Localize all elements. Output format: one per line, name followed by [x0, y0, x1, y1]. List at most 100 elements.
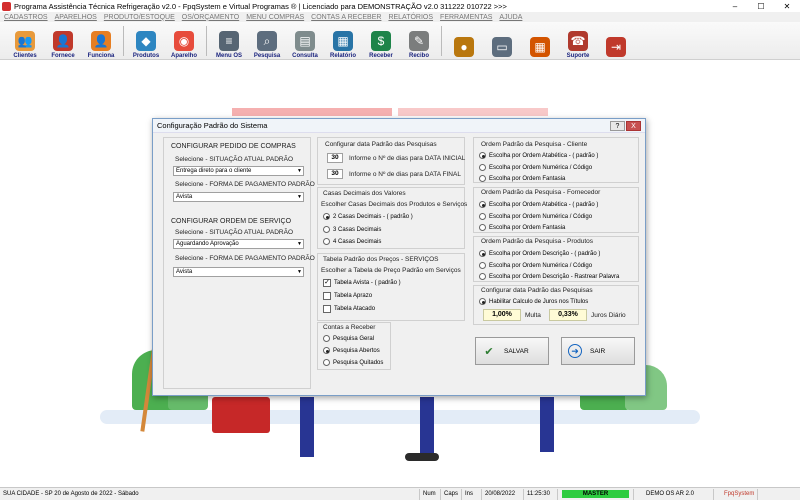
produtos-option-label: Escolha por Ordem Descrição - ( padrão )	[489, 250, 601, 257]
menu-produto-estoque[interactable]: PRODUTO/ESTOQUE	[104, 14, 175, 21]
menu-ferramentas[interactable]: FERRAMENTAS	[440, 14, 492, 21]
decimais-option-2[interactable]: 2 Casas Decimais - ( padrão )	[323, 213, 413, 220]
minimize-icon[interactable]: –	[722, 0, 748, 12]
menu-aparelhos[interactable]: APARELHOS	[55, 14, 97, 21]
radio-button[interactable]	[479, 262, 486, 269]
toolbar-button-9[interactable]: $ Receber	[362, 23, 400, 59]
toolbar-button-5[interactable]: ≡ Menu OS	[210, 23, 248, 59]
radio-button[interactable]	[479, 152, 486, 159]
radio-button[interactable]	[323, 213, 330, 220]
banner-decoration	[398, 108, 548, 116]
radio-button[interactable]	[323, 347, 330, 354]
exit-button[interactable]: ➜ SAIR	[561, 337, 635, 365]
compras-situacao-select[interactable]: Entrega direto para o cliente ▼	[173, 166, 304, 176]
compras-pagamento-select[interactable]: Avista ▼	[173, 192, 304, 202]
radio-button[interactable]	[479, 164, 486, 171]
precos-option-avista[interactable]: ✓ Tabela Avista - ( padrão )	[323, 279, 401, 287]
receipt-icon: ✎	[409, 31, 429, 51]
chevron-down-icon: ▼	[297, 168, 302, 174]
toolbar-button-6[interactable]: ⌕ Pesquisa	[248, 23, 286, 59]
toolbar-button-3[interactable]: ◆ Produtos	[127, 23, 165, 59]
radio-button[interactable]	[479, 224, 486, 231]
toolbar: 👥 Clientes 👤 Fornece 👤 Funciona ◆ Produtos ◉ Apar…	[0, 22, 800, 60]
precos-option-atacado[interactable]: Tabela Atacado	[323, 305, 375, 313]
cliente-option-alfabetica[interactable]: Escolha por Ordem Atabética - ( padrão )	[479, 152, 598, 159]
status-num: Num	[420, 488, 441, 500]
checkbox[interactable]: ✓	[323, 279, 331, 287]
contas-option-geral[interactable]: Pesquisa Geral	[323, 335, 374, 342]
support-icon: ☎	[568, 31, 588, 51]
radio-button[interactable]	[479, 175, 486, 182]
radio-button[interactable]	[479, 273, 486, 280]
cliente-option-label: Escolha por Ordem Fantasia	[489, 175, 566, 182]
legs-decoration	[540, 397, 554, 452]
contas-option-label: Pesquisa Geral	[333, 335, 375, 342]
radio-button[interactable]	[479, 250, 486, 257]
toolbar-button-4[interactable]: ◉ Aparelho	[165, 23, 203, 59]
produtos-option-numerica[interactable]: Escolha por Ordem Numérica / Código	[479, 262, 592, 269]
menu-relatorios[interactable]: RELATÓRIOS	[388, 14, 433, 21]
menu-os-orcamento[interactable]: OS/ORÇAMENTO	[182, 14, 239, 21]
fornecedor-option-numerica[interactable]: Escolha por Ordem Numérica / Código	[479, 213, 592, 220]
toolbar-button-0[interactable]: 👥 Clientes	[6, 23, 44, 59]
toolbar-button-10[interactable]: ✎ Recibo	[400, 23, 438, 59]
toolbar-button-label: Fornece	[51, 53, 75, 59]
menu-cadastros[interactable]: CADASTROS	[4, 14, 48, 21]
toolbar-button-13[interactable]: ▦	[521, 23, 559, 59]
fornecedor-option-fantasia[interactable]: Escolha por Ordem Fantasia	[479, 224, 565, 231]
cliente-option-numerica[interactable]: Escolha por Ordem Numérica / Código	[479, 164, 592, 171]
toolbar-button-8[interactable]: ▦ Relatório	[324, 23, 362, 59]
help-icon[interactable]: ?	[610, 121, 625, 131]
radio-button[interactable]	[323, 238, 330, 245]
radio-button[interactable]	[323, 359, 330, 366]
dias-inicial-input[interactable]: 30	[327, 153, 343, 163]
save-button[interactable]: ✔ SALVAR	[475, 337, 549, 365]
toolbox-decoration	[212, 397, 270, 433]
multa-input[interactable]: 1,00%	[483, 309, 521, 321]
os-situacao-select[interactable]: Aguardando Aprovação ▼	[173, 239, 304, 249]
decimais-option-3[interactable]: 3 Casas Decimais	[323, 226, 381, 233]
radio-button[interactable]	[323, 226, 330, 233]
toolbar-button-12[interactable]: ▭	[483, 23, 521, 59]
checkbox[interactable]	[323, 305, 331, 313]
contas-option-quitados[interactable]: Pesquisa Quitados	[323, 359, 383, 366]
maximize-icon[interactable]: ☐	[748, 0, 774, 12]
menu-compras[interactable]: MENU COMPRAS	[246, 14, 304, 21]
money-icon: $	[371, 31, 391, 51]
contas-option-abertos[interactable]: Pesquisa Abertos	[323, 347, 380, 354]
close-icon[interactable]: ✕	[774, 0, 800, 12]
fornecedor-option-alfabetica[interactable]: Escolha por Ordem Atabética - ( padrão )	[479, 201, 598, 208]
menu-ajuda[interactable]: AJUDA	[499, 14, 522, 21]
radio-button[interactable]	[479, 213, 486, 220]
toolbar-separator	[441, 26, 442, 56]
produtos-option-rastrear[interactable]: Escolha por Ordem Descrição - Rastrear P…	[479, 273, 619, 280]
report-icon: ▦	[333, 31, 353, 51]
decimais-option-4[interactable]: 4 Casas Decimais	[323, 238, 381, 245]
status-demo: DEMO OS AR 2.0	[634, 488, 714, 500]
cliente-option-fantasia[interactable]: Escolha por Ordem Fantasia	[479, 175, 565, 182]
menu-contas-receber[interactable]: CONTAS A RECEBER	[311, 14, 381, 21]
produtos-option-descricao[interactable]: Escolha por Ordem Descrição - ( padrão )	[479, 250, 600, 257]
precos-option-label: Tabela Atacado	[334, 306, 376, 312]
os-situacao-value: Aguardando Aprovação	[176, 241, 239, 247]
dias-inicial-label: Informe o Nº de dias para DATA INICIAL	[349, 155, 466, 162]
juros-enable-option[interactable]: Habilitar Calculo de Juros nos Títulos	[479, 298, 588, 305]
toolbar-button-15[interactable]: ⇥	[597, 23, 635, 59]
toolbar-button-14[interactable]: ☎ Suporte	[559, 23, 597, 59]
toolbar-button-2[interactable]: 👤 Funciona	[82, 23, 120, 59]
toolbar-button-7[interactable]: ▤ Consulta	[286, 23, 324, 59]
radio-button[interactable]	[323, 335, 330, 342]
juros-input[interactable]: 0,33%	[549, 309, 587, 321]
close-icon[interactable]: X	[626, 121, 641, 131]
dias-final-input[interactable]: 30	[327, 169, 343, 179]
produtos-option-label: Escolha por Ordem Numérica / Código	[489, 262, 593, 269]
toolbar-button-1[interactable]: 👤 Fornece	[44, 23, 82, 59]
precos-option-aprazo[interactable]: Tabela Aprazo	[323, 292, 372, 300]
os-pagamento-select[interactable]: Avista ▼	[173, 267, 304, 277]
os-situacao-label: Selecione - SITUAÇÃO ATUAL PADRÃO	[175, 229, 293, 236]
checkbox[interactable]	[323, 292, 331, 300]
radio-button[interactable]	[479, 298, 486, 305]
toolbar-button-11[interactable]: ●	[445, 23, 483, 59]
radio-button[interactable]	[479, 201, 486, 208]
status-ins: Ins	[462, 488, 482, 500]
